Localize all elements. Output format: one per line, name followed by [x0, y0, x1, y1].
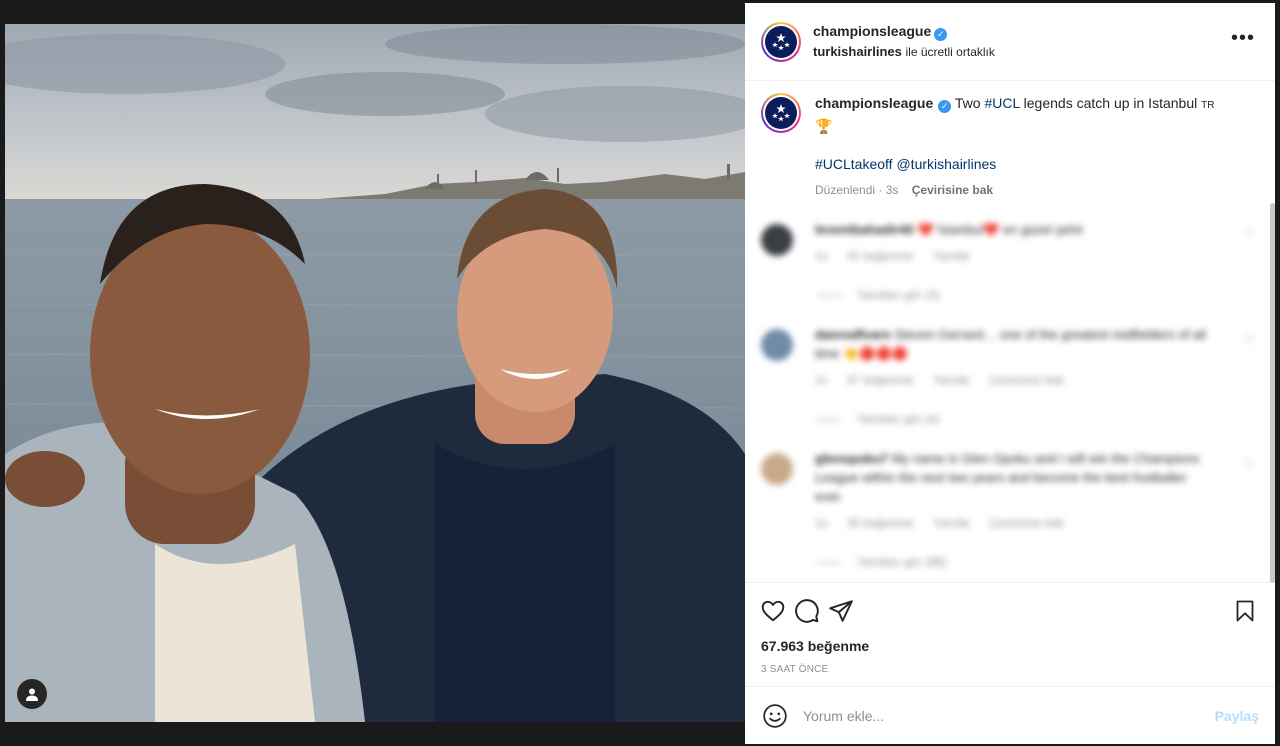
commenter-username[interactable]: leventbahadir40	[815, 222, 914, 237]
author-avatar[interactable]	[761, 21, 801, 62]
post-actions-bar	[745, 582, 1275, 638]
author-username[interactable]: championsleague	[813, 23, 931, 39]
view-replies-button[interactable]: Yanıtları gör (98)	[817, 553, 1215, 572]
bookmark-icon	[1236, 600, 1254, 621]
heart-icon	[761, 600, 785, 621]
paid-partnership-label: ile ücretli ortaklık	[905, 45, 995, 59]
post-comment-button[interactable]: Paylaş	[1215, 708, 1259, 724]
commenter-username[interactable]: danrodfvarn	[815, 327, 891, 342]
comment-icon	[795, 598, 819, 623]
post-caption: championsleague ✓ Two #UCL legends catch …	[745, 81, 1275, 200]
emoji-icon	[763, 703, 787, 728]
comment-like-heart-icon[interactable]: ♡	[1244, 333, 1255, 347]
comment-translate-button[interactable]: Çevirisine bak	[989, 373, 1064, 387]
flag-emoji: TR	[1201, 100, 1215, 111]
panel-scrollbar[interactable]	[1270, 203, 1275, 583]
caption-text-part: Two	[954, 95, 985, 111]
post-header: championsleague ✓ turkishairlines ile ücr…	[745, 3, 1275, 81]
save-button[interactable]	[1225, 591, 1265, 631]
post-photo[interactable]	[5, 24, 745, 722]
user-icon	[26, 688, 38, 701]
view-replies-button[interactable]: Yanıtları gör (4)	[817, 410, 1215, 429]
comment-item: leventbahadir40 ❤️ İstanbul❤️ en güzel ş…	[745, 220, 1275, 305]
comment-likes[interactable]: 47 beğenme	[847, 373, 914, 387]
caption-author-avatar[interactable]	[761, 93, 801, 133]
mention-link[interactable]: @turkishairlines	[896, 156, 996, 172]
commenter-avatar[interactable]	[761, 224, 793, 256]
comment-like-heart-icon[interactable]: ♡	[1244, 228, 1255, 242]
commenter-avatar[interactable]	[761, 453, 793, 485]
post-modal: championsleague ✓ turkishairlines ile ücr…	[0, 0, 1280, 746]
caption-edited-time: Düzenlendi · 3s	[815, 183, 899, 197]
commenter-username[interactable]: glenopoku7	[815, 451, 888, 466]
more-options-icon[interactable]: •••	[1231, 28, 1255, 48]
comment-likes[interactable]: 30 beğenme	[847, 516, 914, 530]
verified-badge-icon: ✓	[938, 100, 952, 113]
comment-like-heart-icon[interactable]: ♡	[1244, 457, 1255, 471]
photo-illustration	[5, 24, 745, 722]
share-button[interactable]	[821, 591, 861, 631]
view-replies-label: Yanıtları gör (3)	[857, 288, 940, 302]
view-replies-button[interactable]: Yanıtları gör (3)	[817, 286, 1215, 305]
hashtag-link[interactable]: #UCL	[984, 95, 1019, 111]
comment-reply-button[interactable]: Yanıtla	[933, 516, 969, 530]
comment-text: ❤️ İstanbul❤️ en güzel şehir	[917, 222, 1084, 237]
tagged-users-button[interactable]	[17, 679, 47, 709]
comments-scroll-area[interactable]: championsleague ✓ Two #UCL legends catch …	[745, 81, 1275, 582]
comment-item: glenopoku7 My name is Glen Opoku and I w…	[745, 449, 1275, 572]
post-time-ago[interactable]: 3 SAAT ÖNCE	[745, 660, 1275, 686]
trophy-emoji: 🏆	[815, 118, 833, 134]
post-panel: championsleague ✓ turkishairlines ile ücr…	[745, 3, 1275, 744]
comment-reply-button[interactable]: Yanıtla	[933, 249, 969, 263]
emoji-picker-button[interactable]	[761, 702, 789, 730]
partner-username[interactable]: turkishairlines	[813, 44, 902, 59]
caption-text-part: legends catch up in Istanbul	[1019, 95, 1202, 111]
comment-item: danrodfvarn Steven Gerrard… one of the g…	[745, 325, 1275, 429]
send-icon	[829, 599, 853, 622]
ucl-starball-icon	[772, 104, 790, 122]
comment-likes[interactable]: 41 beğenme	[847, 249, 914, 263]
likes-count[interactable]: 67.963 beğenme	[745, 638, 1275, 660]
add-comment-bar: Paylaş	[745, 686, 1275, 744]
view-replies-label: Yanıtları gör (4)	[857, 412, 940, 426]
comment-input[interactable]	[803, 707, 1215, 724]
commenter-avatar[interactable]	[761, 329, 793, 361]
comment-time: 1s	[815, 249, 828, 263]
hashtag-link[interactable]: #UCLtakeoff	[815, 156, 893, 172]
view-replies-label: Yanıtları gör (98)	[857, 555, 947, 569]
verified-badge-icon: ✓	[934, 28, 948, 41]
comment-reply-button[interactable]: Yanıtla	[933, 373, 969, 387]
comment-time: 1s	[815, 516, 828, 530]
caption-translate-button[interactable]: Çevirisine bak	[912, 183, 993, 197]
ucl-starball-icon	[772, 32, 790, 50]
caption-username[interactable]: championsleague	[815, 95, 933, 111]
comment-time: 1s	[815, 373, 828, 387]
comment-translate-button[interactable]: Çevirisine bak	[989, 516, 1064, 530]
